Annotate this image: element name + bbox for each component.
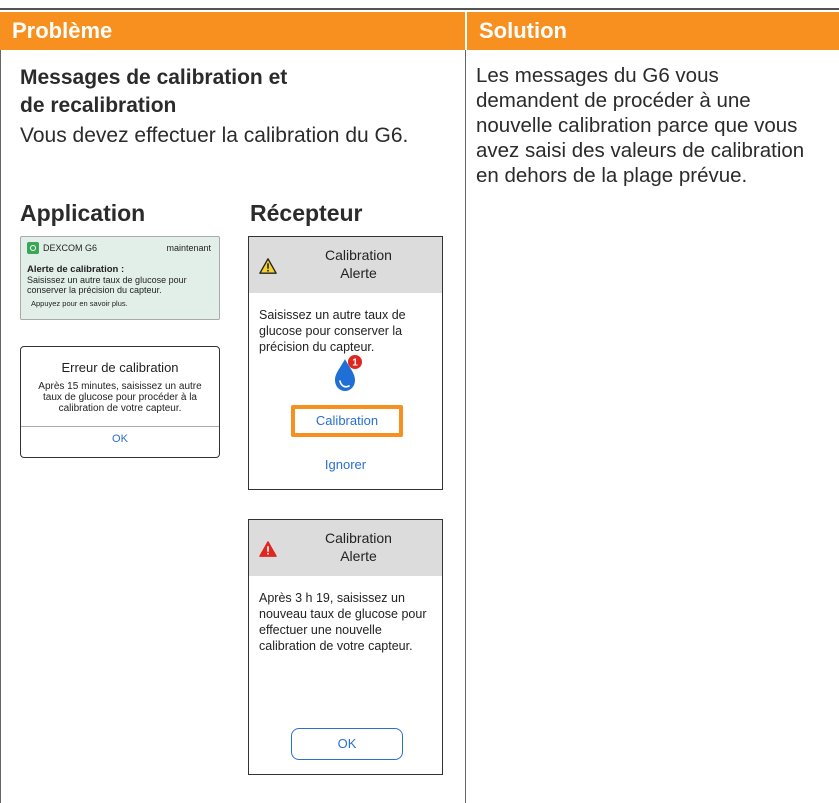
receiver-recalibration-alert: Calibration Alerte Après 3 h 19, saisiss…	[248, 519, 443, 775]
receiver-alert-title: Calibration Alerte	[285, 529, 432, 565]
column-divider	[465, 50, 466, 803]
problem-header: Problème	[0, 12, 465, 50]
badge-count: 1	[352, 358, 358, 369]
app-heading: Application	[20, 200, 146, 226]
dialog-body: Après 15 minutes, saisissez un autre tau…	[38, 381, 202, 414]
notification-app-name: DEXCOM G6	[43, 243, 98, 253]
calibrate-button[interactable]: Calibration	[291, 405, 403, 437]
blood-drop-icon: 1	[335, 355, 362, 391]
receiver-alert-title: Calibration Alerte	[285, 246, 432, 282]
notification-more-link[interactable]: Appuyez pour en savoir plus.	[31, 299, 128, 308]
receiver-calibration-alert: Calibration Alerte Saisissez un autre ta…	[248, 236, 443, 490]
warning-triangle-red-icon	[259, 541, 277, 557]
problem-description: Vous devez effectuer la calibration du G…	[20, 124, 409, 147]
dialog-title: Erreur de calibration	[61, 360, 179, 375]
dexcom-app-icon	[27, 242, 39, 254]
problem-title-line1: Messages de calibration et	[20, 66, 288, 89]
problem-title: Messages de calibration et de recalibrat…	[20, 64, 450, 120]
receiver-heading: Récepteur	[250, 200, 363, 226]
receiver-alert-text: Après 3 h 19, saisissez un nouveau taux …	[259, 591, 427, 653]
receiver-alert-title-line2: Alerte	[340, 265, 377, 281]
solution-text: Les messages du G6 vous demandent de pro…	[476, 64, 805, 187]
receiver-alert-title-line2: Alerte	[340, 548, 377, 564]
calibration-error-dialog: Erreur de calibration Après 15 minutes, …	[20, 346, 220, 458]
dialog-ok-button[interactable]: OK	[21, 433, 219, 445]
problem-title-line2: de recalibration	[20, 94, 177, 117]
notification-title: Alerte de calibration :	[27, 264, 125, 275]
table-left-border	[0, 50, 1, 803]
receiver-alert-header: Calibration Alerte	[249, 520, 442, 576]
warning-triangle-yellow-icon	[259, 258, 277, 274]
receiver-alert-title-line1: Calibration	[325, 530, 392, 546]
table-top-rule	[0, 8, 839, 10]
notification-body: Saisissez un autre taux de glucose pour …	[27, 275, 187, 295]
receiver-alert-text: Saisissez un autre taux de glucose pour …	[259, 308, 406, 354]
receiver-alert-title-line1: Calibration	[325, 247, 392, 263]
ok-button[interactable]: OK	[291, 728, 403, 760]
app-notification[interactable]: DEXCOM G6 maintenant Alerte de calibrati…	[20, 236, 220, 320]
ignore-button[interactable]: Ignorer	[249, 457, 442, 472]
solution-header: Solution	[467, 12, 839, 50]
dialog-divider	[21, 426, 219, 427]
notification-time: maintenant	[166, 243, 211, 253]
receiver-alert-header: Calibration Alerte	[249, 237, 442, 293]
